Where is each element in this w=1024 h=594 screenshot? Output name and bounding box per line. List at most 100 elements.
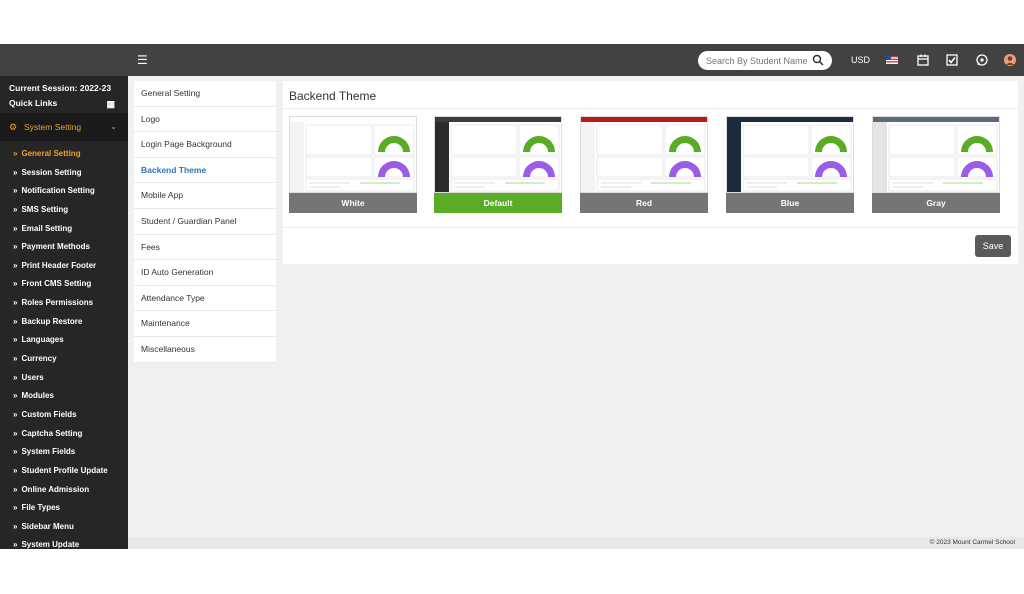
sidebar-item-system-update[interactable]: » System Update [0,536,128,549]
sidebar-item-general-setting[interactable]: » General Setting [0,145,128,164]
sidebar-item-file-types[interactable]: » File Types [0,499,128,518]
current-session: Current Session: 2022-23 [9,83,112,93]
double-chevron-icon: » [13,260,18,270]
quick-links-label: Quick Links [9,98,58,108]
sidebar-item-label: Payment Methods [21,242,90,252]
theme-preview-image [581,117,707,192]
sidebar-item-print-header-footer[interactable]: » Print Header Footer [0,257,128,276]
sidebar-item-label: Front CMS Setting [21,279,92,289]
sidebar-item-modules[interactable]: » Modules [0,387,128,406]
grid-icon[interactable]: ▦ [106,99,115,110]
sidebar-item-label: Email Setting [21,223,73,233]
double-chevron-icon: » [13,223,18,233]
settings-item-mobile-app[interactable]: Mobile App [134,183,276,209]
sidebar-item-label: Backup Restore [21,316,83,326]
sidebar-item-label: Custom Fields [21,409,77,419]
sidebar-item-notification-setting[interactable]: » Notification Setting [0,182,128,201]
sidebar-item-label: File Types [21,503,60,513]
save-button[interactable]: Save [975,235,1011,257]
settings-item-maintenance[interactable]: Maintenance [134,311,276,337]
task-check-icon[interactable] [945,53,959,67]
sidebar-item-label: Notification Setting [21,186,95,196]
top-bar: ☰ USD [0,44,1024,76]
sidebar-item-currency[interactable]: » Currency [0,350,128,369]
double-chevron-icon: » [13,409,18,419]
user-avatar-icon[interactable] [1003,53,1017,67]
double-chevron-icon: » [13,521,18,531]
theme-card-red[interactable]: Red [580,116,708,214]
theme-card-white[interactable]: White [289,116,417,214]
settings-item-logo[interactable]: Logo [134,107,276,133]
sidebar-item-label: Sidebar Menu [21,521,74,531]
theme-card-blue[interactable]: Blue [726,116,854,214]
theme-card-gray[interactable]: Gray [872,116,1000,214]
currency-selector[interactable]: USD [851,55,870,65]
settings-item-miscellaneous[interactable]: Miscellaneous [134,337,276,363]
settings-item-id-auto-generation[interactable]: ID Auto Generation [134,260,276,286]
page-title: Backend Theme [289,89,377,103]
settings-item-backend-theme[interactable]: Backend Theme [134,158,276,184]
double-chevron-icon: » [13,279,18,289]
sidebar-item-backup-restore[interactable]: » Backup Restore [0,313,128,332]
divider [283,108,1018,109]
sidebar-item-label: Roles Permissions [21,298,94,308]
theme-card-default[interactable]: Default [434,116,562,214]
sidebar-item-label: Captcha Setting [21,428,83,438]
sidebar-item-email-setting[interactable]: » Email Setting [0,220,128,239]
sidebar-item-label: Session Setting [21,167,82,177]
settings-item-attendance-type[interactable]: Attendance Type [134,286,276,312]
double-chevron-icon: » [13,204,18,214]
divider [283,227,1018,228]
theme-thumbnail [872,116,1000,193]
search-box [698,51,832,70]
sidebar-item-label: Languages [21,335,64,345]
footer: © 2023 Mount Carmel School [128,537,1024,549]
sidebar-item-online-admission[interactable]: » Online Admission [0,481,128,500]
double-chevron-icon: » [13,298,18,308]
theme-preview-image [727,117,853,192]
app: ☰ USD [0,44,1024,549]
sidebar-item-custom-fields[interactable]: » Custom Fields [0,406,128,425]
theme-label: Blue [726,193,854,213]
double-chevron-icon: » [13,447,18,457]
sidebar-item-label: System Fields [21,447,76,457]
search-icon[interactable] [812,54,824,66]
sidebar-item-captcha-setting[interactable]: » Captcha Setting [0,425,128,444]
sidebar-menu: » General Setting » Session Setting » Notif… [0,145,128,549]
sidebar-item-payment-methods[interactable]: » Payment Methods [0,238,128,257]
sidebar-item-languages[interactable]: » Languages [0,331,128,350]
sidebar-item-label: Print Header Footer [21,260,97,270]
sidebar-item-users[interactable]: » Users [0,369,128,388]
sidebar-item-student-profile-update[interactable]: » Student Profile Update [0,462,128,481]
settings-item-fees[interactable]: Fees [134,235,276,261]
us-flag-icon[interactable] [885,53,899,67]
whatsapp-icon[interactable] [975,53,989,67]
sidebar-section-system-setting[interactable]: ⚙ System Setting ⌄ [0,113,128,141]
theme-label: Default [434,193,562,213]
sidebar-item-sidebar-menu[interactable]: » Sidebar Menu [0,518,128,537]
double-chevron-icon: » [13,540,18,549]
theme-thumbnail [289,116,417,193]
settings-menu: General Setting Logo Login Page Backgrou… [134,81,276,363]
double-chevron-icon: » [13,372,18,382]
settings-item-general-setting[interactable]: General Setting [134,81,276,107]
double-chevron-icon: » [13,149,18,158]
sidebar-item-roles-permissions[interactable]: » Roles Permissions [0,294,128,313]
sidebar-item-session-setting[interactable]: » Session Setting [0,164,128,183]
sidebar-item-front-cms-setting[interactable]: » Front CMS Setting [0,275,128,294]
hamburger-menu-icon[interactable]: ☰ [137,53,151,67]
sidebar-item-label: Student Profile Update [21,465,108,475]
search-input[interactable] [706,53,810,68]
quick-links[interactable]: Quick Links ▦ [9,98,119,110]
theme-thumbnail [726,116,854,193]
section-label: System Setting [24,122,82,132]
sidebar-item-system-fields[interactable]: » System Fields [0,443,128,462]
double-chevron-icon: » [13,167,18,177]
settings-item-student-guardian-panel[interactable]: Student / Guardian Panel [134,209,276,235]
sidebar-item-sms-setting[interactable]: » SMS Setting [0,201,128,220]
double-chevron-icon: » [13,316,18,326]
double-chevron-icon: » [13,186,18,196]
double-chevron-icon: » [13,503,18,513]
calendar-icon[interactable] [916,53,930,67]
settings-item-login-page-background[interactable]: Login Page Background [134,132,276,158]
